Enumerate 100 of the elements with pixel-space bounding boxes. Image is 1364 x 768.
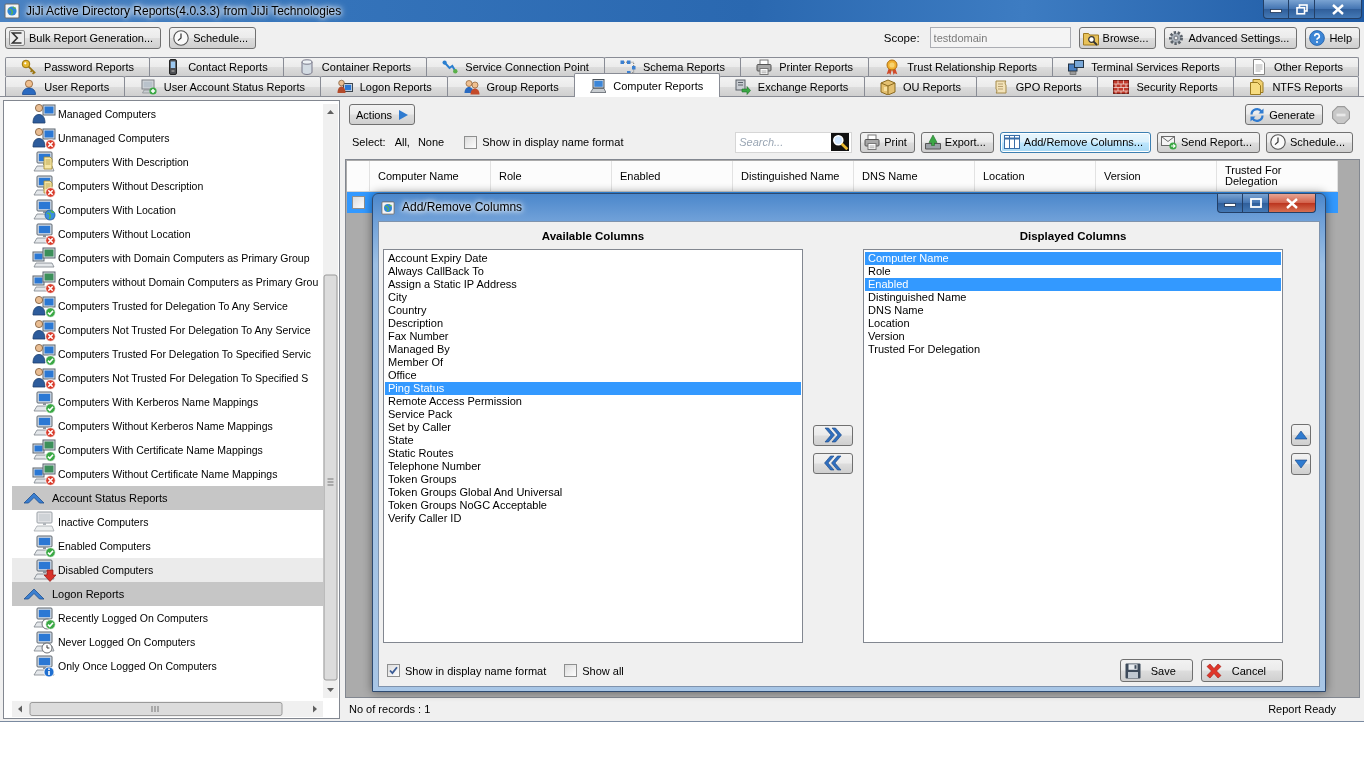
list-item[interactable]: Service Pack xyxy=(385,408,801,421)
section-header[interactable]: Account Status Reports xyxy=(12,486,323,510)
report-item[interactable]: Enabled Computers xyxy=(12,534,323,558)
tab[interactable]: Password Reports xyxy=(5,57,151,76)
list-item[interactable]: State xyxy=(385,434,801,447)
list-item[interactable]: Static Routes xyxy=(385,447,801,460)
tab[interactable]: Printer Reports xyxy=(740,57,870,76)
restore-button[interactable] xyxy=(1289,0,1315,19)
tab[interactable]: Container Reports xyxy=(282,57,428,76)
list-item[interactable]: Office xyxy=(385,369,801,382)
actions-button[interactable]: Actions xyxy=(349,104,416,125)
tab[interactable]: Trust Relationship Reports xyxy=(868,57,1054,76)
checkbox[interactable] xyxy=(564,664,578,677)
browse-button[interactable]: Browse... xyxy=(1078,26,1157,49)
tab[interactable]: Terminal Services Reports xyxy=(1052,57,1236,76)
tab[interactable]: Service Connection Point xyxy=(426,57,605,76)
report-item[interactable]: Computers Not Trusted For Delegation To Any Service xyxy=(12,318,323,342)
list-item[interactable]: Verify Caller ID xyxy=(385,512,801,525)
tab[interactable]: GPO Reports xyxy=(976,76,1099,96)
checkbox[interactable] xyxy=(464,135,478,149)
report-item[interactable]: Computers Trusted for Delegation To Any Service xyxy=(12,294,323,318)
list-item[interactable]: Telephone Number xyxy=(385,460,801,473)
schedule-button[interactable]: Schedule... xyxy=(169,26,257,49)
move-right-button[interactable] xyxy=(813,424,853,446)
tab[interactable]: NTFS Reports xyxy=(1233,76,1359,96)
tab[interactable]: Contact Reports xyxy=(149,57,284,76)
tab[interactable]: Logon Reports xyxy=(320,76,449,96)
list-item[interactable]: DNS Name xyxy=(865,304,1281,317)
maximize-button[interactable] xyxy=(1243,194,1269,213)
column-header[interactable]: Enabled xyxy=(612,161,733,191)
list-item[interactable]: Token Groups Global And Universal xyxy=(385,486,801,499)
generate-button[interactable]: Generate xyxy=(1245,104,1323,125)
move-left-button[interactable] xyxy=(813,452,853,474)
tab[interactable]: User Account Status Reports xyxy=(124,76,322,96)
minimize-button[interactable] xyxy=(1217,194,1243,213)
list-item[interactable]: Managed By xyxy=(385,343,801,356)
export-button[interactable]: Export... xyxy=(920,131,994,153)
list-item[interactable]: Set by Caller xyxy=(385,421,801,434)
column-header[interactable]: Location xyxy=(975,161,1096,191)
column-header[interactable]: Version xyxy=(1096,161,1217,191)
select-link[interactable]: None xyxy=(417,136,445,148)
report-item[interactable]: Computers Trusted For Delegation To Specified Servic xyxy=(12,342,323,366)
checkbox[interactable] xyxy=(352,196,365,209)
section-header[interactable]: Logon Reports xyxy=(12,582,323,606)
column-header[interactable]: Distinguished Name xyxy=(733,161,854,191)
cancel-button[interactable]: Cancel xyxy=(1200,659,1283,682)
minimize-button[interactable] xyxy=(1263,0,1289,19)
list-item[interactable]: Remote Access Permission xyxy=(385,395,801,408)
report-item[interactable]: Computers Without Certificate Name Mappings xyxy=(12,462,323,486)
report-item[interactable]: Managed Computers xyxy=(12,102,323,126)
report-item[interactable]: Recently Logged On Computers xyxy=(12,606,323,630)
list-item[interactable]: Always CallBack To xyxy=(385,265,801,278)
close-button[interactable] xyxy=(1269,194,1316,213)
list-item[interactable]: Country xyxy=(385,304,801,317)
list-item[interactable]: City xyxy=(385,291,801,304)
schedule-button[interactable]: Schedule... xyxy=(1265,131,1353,153)
tab[interactable]: User Reports xyxy=(5,76,126,96)
columns-button[interactable]: Add/Remove Columns... xyxy=(999,131,1151,153)
column-list[interactable] xyxy=(383,249,803,643)
report-item[interactable]: Disabled Computers xyxy=(12,558,323,582)
close-button[interactable] xyxy=(1315,0,1362,19)
checkbox[interactable] xyxy=(387,664,400,677)
report-item[interactable]: Computers With Kerberos Name Mappings xyxy=(12,390,323,414)
list-item[interactable]: Location xyxy=(865,317,1281,330)
select-link[interactable]: All, xyxy=(394,136,410,148)
report-item[interactable]: Computers With Certificate Name Mappings xyxy=(12,438,323,462)
report-item[interactable]: Inactive Computers xyxy=(12,510,323,534)
list-item[interactable]: Member Of xyxy=(385,356,801,369)
report-item[interactable]: Computers with Domain Computers as Primary Group xyxy=(12,246,323,270)
list-item[interactable]: Distinguished Name xyxy=(865,291,1281,304)
list-item[interactable]: Token Groups xyxy=(385,473,801,486)
report-item[interactable]: Unmanaged Computers xyxy=(12,126,323,150)
list-item[interactable]: Fax Number xyxy=(385,330,801,343)
list-item[interactable]: Token Groups NoGC Acceptable xyxy=(385,499,801,512)
report-item[interactable]: Computers Without Kerberos Name Mappings xyxy=(12,414,323,438)
list-item[interactable]: Role xyxy=(865,265,1281,278)
help-button[interactable]: Help xyxy=(1305,26,1360,49)
tab[interactable]: Group Reports xyxy=(447,76,575,96)
column-list[interactable]: Computer Name Role Enabled Distinguished Name DNS Name Location Version Trusted For Delegation xyxy=(863,249,1283,643)
save-button[interactable]: Save xyxy=(1119,659,1193,682)
report-item[interactable]: Only Once Logged On Computers xyxy=(12,654,323,678)
list-item[interactable]: Account Expiry Date xyxy=(385,252,801,265)
move-up-button[interactable] xyxy=(1291,423,1311,446)
send-report-button[interactable]: Send Report... xyxy=(1157,131,1260,153)
column-header[interactable]: Trusted For Delegation xyxy=(1217,161,1338,191)
report-item[interactable]: Computers With Description xyxy=(12,150,323,174)
list-item[interactable]: Description xyxy=(385,317,801,330)
report-item[interactable]: Computers Without Location xyxy=(12,222,323,246)
report-item[interactable]: Computers without Domain Computers as Primary Grou xyxy=(12,270,323,294)
column-header[interactable]: DNS Name xyxy=(854,161,975,191)
list-item[interactable]: Trusted For Delegation xyxy=(865,343,1281,356)
list-item[interactable]: Assign a Static IP Address xyxy=(385,278,801,291)
tab[interactable]: Other Reports xyxy=(1234,57,1360,76)
report-item[interactable]: Computers With Location xyxy=(12,198,323,222)
bulk-report-button[interactable]: Bulk Report Generation... xyxy=(5,26,162,49)
move-down-button[interactable] xyxy=(1291,452,1311,475)
list-item[interactable]: Version xyxy=(865,330,1281,343)
report-item[interactable]: Computers Without Description xyxy=(12,174,323,198)
tab[interactable]: Security Reports xyxy=(1097,76,1235,96)
settings-button[interactable]: Advanced Settings... xyxy=(1164,26,1298,49)
